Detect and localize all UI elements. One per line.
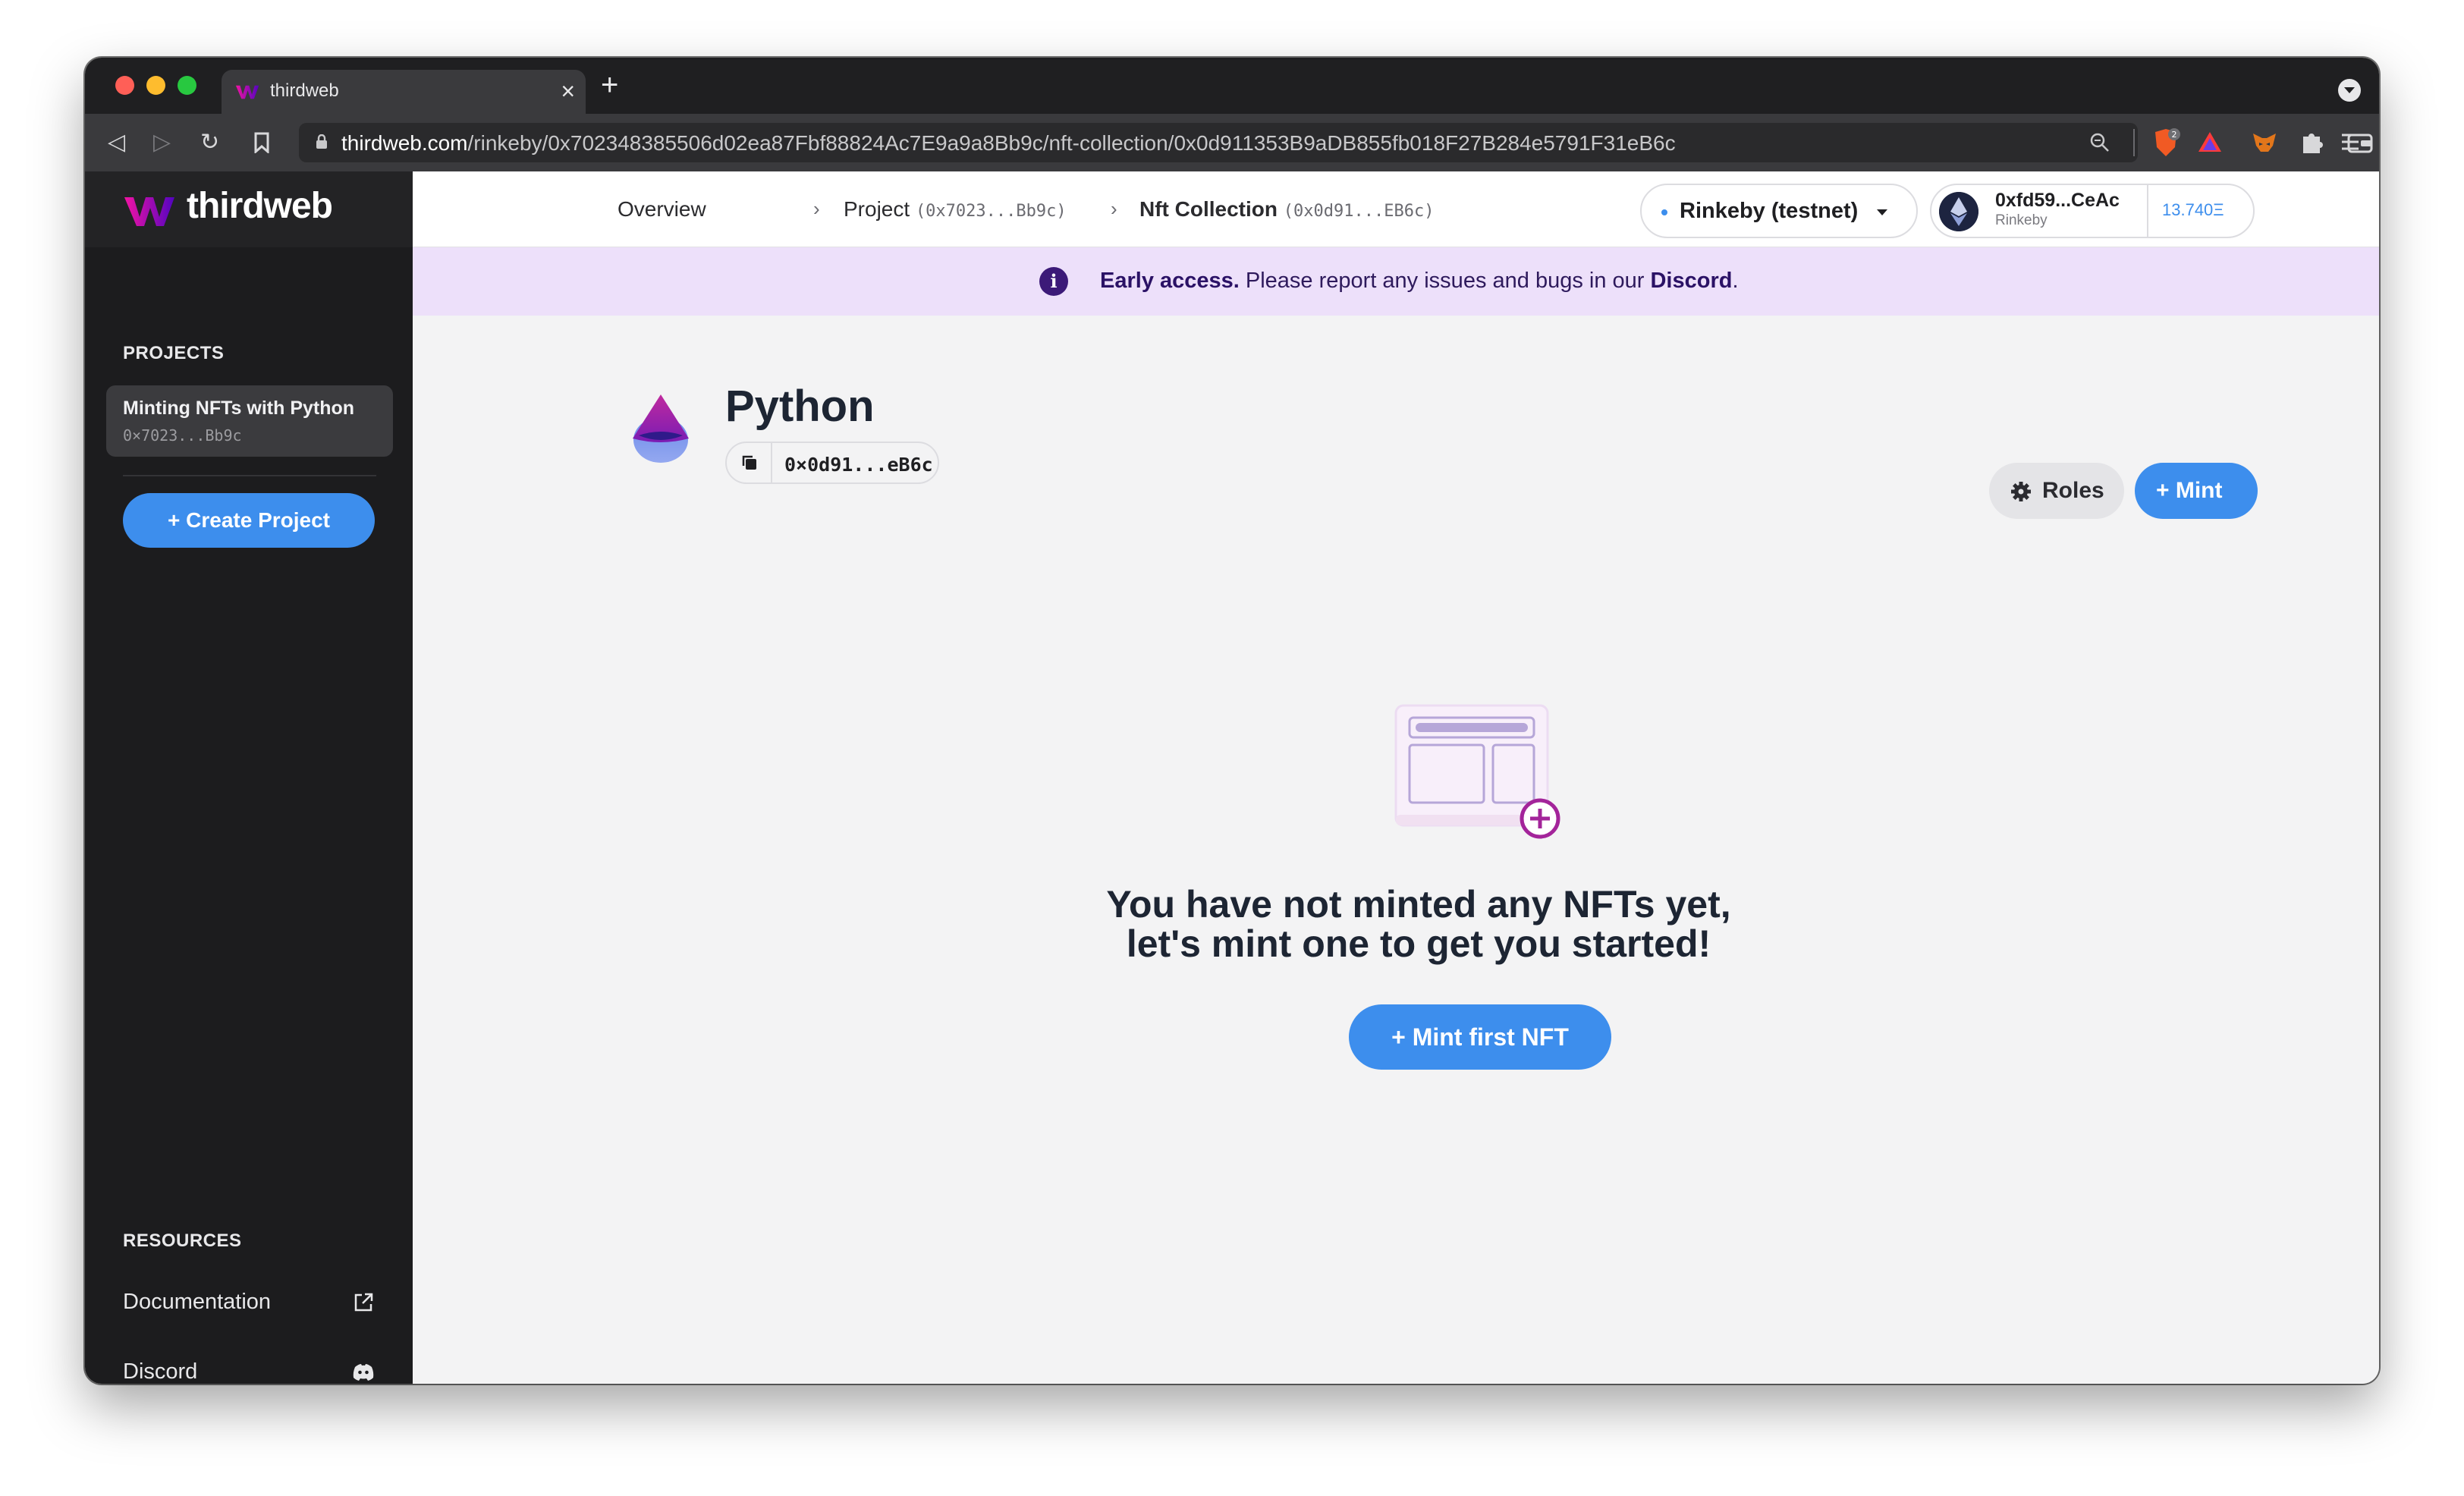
mint-label: + Mint xyxy=(2156,478,2223,503)
thirdweb-logo-icon xyxy=(235,85,259,99)
browser-menu-icon[interactable] xyxy=(2340,130,2361,153)
browser-toolbar: ◁ ▷ ↻ thirdweb.com/rinkeby/0x70234838550… xyxy=(85,114,2379,171)
zoom-search-icon[interactable] xyxy=(2089,132,2110,153)
maximize-window-button[interactable] xyxy=(178,76,196,95)
close-window-button[interactable] xyxy=(115,76,134,95)
top-navigation: Overview › Project (0x7023...Bb9c) › Nft… xyxy=(413,171,2379,247)
banner-message: Please report any issues and bugs in our xyxy=(1239,269,1651,293)
sidebar-link-discord[interactable]: Discord xyxy=(123,1359,197,1384)
chevron-down-icon xyxy=(1877,209,1887,215)
project-address: 0×7023...Bb9c xyxy=(123,426,242,445)
new-tab-button[interactable]: + xyxy=(601,68,618,102)
breadcrumb-project-label: Project xyxy=(844,197,910,221)
browser-tab-bar: thirdweb × + xyxy=(85,58,2379,114)
wallet-address: 0xfd59...CeAc xyxy=(1995,190,2120,211)
url-text: thirdweb.com/rinkeby/0x702348385506d02ea… xyxy=(341,131,1676,156)
nft-collection-icon xyxy=(633,394,689,463)
brave-shields-icon[interactable]: 2 xyxy=(2151,127,2180,158)
breadcrumb-separator: › xyxy=(813,197,820,220)
project-name: Minting NFTs with Python xyxy=(123,398,355,419)
toolbar-divider xyxy=(2133,129,2135,156)
empty-collection-illustration xyxy=(1394,704,1560,839)
wallet-divider xyxy=(2147,185,2148,237)
brand-name: thirdweb xyxy=(187,186,333,226)
tab-close-icon[interactable]: × xyxy=(561,77,575,105)
roles-label: Roles xyxy=(2042,478,2104,503)
brave-rewards-icon[interactable] xyxy=(2195,127,2224,158)
network-label: Rinkeby (testnet) xyxy=(1680,199,1859,223)
empty-state-line-1: You have not minted any NFTs yet, xyxy=(1106,883,1731,926)
banner-discord-link[interactable]: Discord xyxy=(1650,269,1732,293)
network-selector[interactable]: Rinkeby (testnet) xyxy=(1640,184,1918,238)
discord-icon[interactable] xyxy=(352,1361,375,1384)
banner-strong: Early access. xyxy=(1100,269,1240,293)
roles-button[interactable]: Roles xyxy=(1989,463,2124,519)
browser-tab-active[interactable]: thirdweb × xyxy=(222,70,586,114)
project-card[interactable]: Minting NFTs with Python 0×7023...Bb9c xyxy=(106,385,393,457)
contract-address-chip[interactable]: 0×0d91...eB6c xyxy=(725,442,939,484)
lock-icon xyxy=(316,134,327,149)
sidebar-link-documentation[interactable]: Documentation xyxy=(123,1290,271,1315)
breadcrumb-project-address: (0x7023...Bb9c) xyxy=(915,202,1067,221)
breadcrumb-nft-collection[interactable]: Nft Collection (0x0d91...EB6c) xyxy=(1139,197,1434,222)
banner-end: . xyxy=(1732,269,1739,293)
contract-title: Python xyxy=(725,382,875,431)
forward-button[interactable]: ▷ xyxy=(153,127,171,158)
sidebar: thirdweb PROJECTS Minting NFTs with Pyth… xyxy=(85,171,413,1384)
external-link-icon[interactable] xyxy=(352,1291,375,1314)
url-host: thirdweb.com xyxy=(341,131,468,155)
network-status-dot xyxy=(1661,209,1667,215)
tab-title: thirdweb xyxy=(270,80,339,101)
mint-first-nft-button[interactable]: + Mint first NFT xyxy=(1349,1004,1611,1070)
empty-state-line-2: let's mint one to get you started! xyxy=(1126,922,1711,965)
breadcrumb-separator: › xyxy=(1111,197,1117,220)
wallet-balance: 13.740Ξ xyxy=(2162,200,2224,219)
thirdweb-logo-icon xyxy=(124,197,174,226)
sidebar-brand[interactable]: thirdweb xyxy=(85,171,413,247)
copy-button[interactable] xyxy=(727,443,772,482)
copy-icon xyxy=(742,455,756,470)
projects-heading: PROJECTS xyxy=(123,343,225,363)
tab-search-dropdown-icon[interactable] xyxy=(2338,79,2361,102)
gear-icon xyxy=(2011,482,2031,501)
breadcrumb-project[interactable]: Project (0x7023...Bb9c) xyxy=(844,197,1067,222)
breadcrumb-overview[interactable]: Overview xyxy=(618,197,706,222)
mint-button[interactable]: + Mint xyxy=(2135,463,2258,519)
address-bar-input[interactable]: thirdweb.com/rinkeby/0x702348385506d02ea… xyxy=(299,123,2138,162)
create-project-button[interactable]: + Create Project xyxy=(123,493,375,548)
minimize-window-button[interactable] xyxy=(146,76,165,95)
breadcrumb-collection-address: (0x0d91...EB6c) xyxy=(1283,202,1435,221)
ethereum-icon xyxy=(1939,192,1978,231)
contract-address: 0×0d91...eB6c xyxy=(784,454,933,476)
url-path: /rinkeby/0x702348385506d02ea87Fbf88824Ac… xyxy=(467,131,1676,155)
puzzle-extensions-icon[interactable] xyxy=(2297,127,2326,158)
shields-count: 2 xyxy=(2172,130,2177,140)
resources-heading: RESOURCES xyxy=(123,1230,242,1251)
breadcrumb-collection-label: Nft Collection xyxy=(1139,197,1278,221)
back-button[interactable]: ◁ xyxy=(108,127,125,158)
empty-state-message: You have not minted any NFTs yet, let's … xyxy=(1039,885,1798,963)
browser-window: thirdweb × + ◁ ▷ ↻ thirdweb.com/rinkeby/… xyxy=(85,58,2379,1384)
wallet-network: Rinkeby xyxy=(1995,212,2048,228)
sidebar-divider xyxy=(123,475,376,476)
bookmark-icon[interactable] xyxy=(253,132,270,153)
early-access-banner: i Early access. Please report any issues… xyxy=(413,247,2379,316)
metamask-fox-icon[interactable] xyxy=(2250,127,2279,158)
reload-button[interactable]: ↻ xyxy=(200,127,219,158)
page-content: thirdweb PROJECTS Minting NFTs with Pyth… xyxy=(85,171,2379,1384)
info-icon: i xyxy=(1039,267,1068,296)
banner-text: Early access. Please report any issues a… xyxy=(1100,269,1739,294)
wallet-button[interactable]: 0xfd59...CeAc Rinkeby 13.740Ξ xyxy=(1930,184,2255,238)
main-content: Overview › Project (0x7023...Bb9c) › Nft… xyxy=(413,171,2379,1384)
